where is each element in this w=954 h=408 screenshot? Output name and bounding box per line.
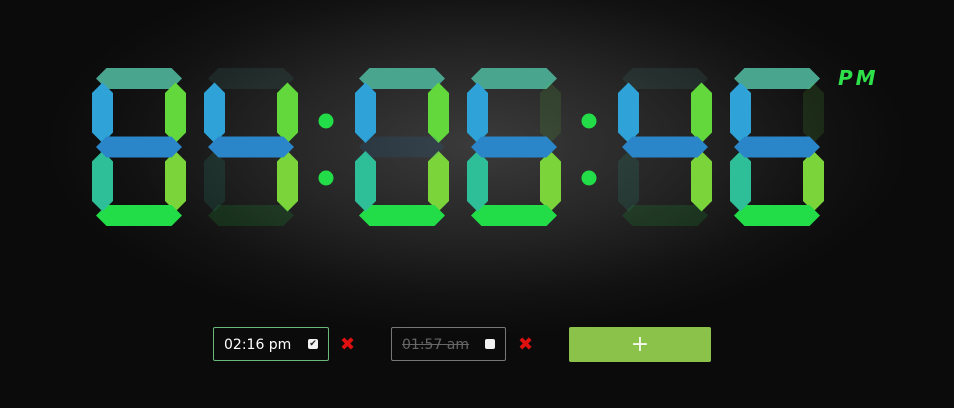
segment-upper-right-on (277, 82, 298, 143)
alarm-item[interactable]: 02:16 pm ✔ (213, 327, 329, 361)
clock-digit (92, 68, 186, 226)
segment-middle-on (734, 136, 820, 158)
segment-lower-right-on (165, 151, 186, 212)
clock-digit (467, 68, 561, 226)
segment-top-on (471, 68, 557, 89)
segment-upper-left-on (730, 82, 751, 143)
segment-lower-left-on (467, 151, 488, 212)
segment-upper-right-on (691, 82, 712, 143)
segment-middle-on (471, 136, 557, 158)
segment-top-on (734, 68, 820, 89)
segment-upper-left-on (92, 82, 113, 143)
segment-top-on (359, 68, 445, 89)
clock-digit (204, 68, 298, 226)
segment-upper-left-on (355, 82, 376, 143)
clock-digit (730, 68, 824, 226)
alarm-enable-checkbox[interactable]: ✔ (308, 339, 318, 349)
alarm-time[interactable]: 02:16 pm (224, 337, 291, 353)
segment-lower-right-on (691, 151, 712, 212)
segment-upper-right-off (803, 82, 824, 143)
segment-lower-left-off (618, 151, 639, 212)
segment-bottom-on (359, 205, 445, 226)
segment-lower-right-on (540, 151, 561, 212)
segment-middle-on (622, 136, 708, 158)
segment-bottom-on (734, 205, 820, 226)
segment-top-off (208, 68, 294, 89)
segment-top-off (622, 68, 708, 89)
alarm-enable-checkbox[interactable] (485, 339, 495, 349)
clock-digit (355, 68, 449, 226)
alarm-time[interactable]: 01:57 am (402, 337, 469, 353)
delete-alarm-icon[interactable]: ✖ (340, 336, 355, 354)
segment-upper-left-on (467, 82, 488, 143)
segment-lower-left-off (204, 151, 225, 212)
segment-lower-left-on (355, 151, 376, 212)
segment-middle-on (208, 136, 294, 158)
segment-upper-left-on (204, 82, 225, 143)
delete-alarm-icon[interactable]: ✖ (518, 336, 533, 354)
segment-bottom-on (96, 205, 182, 226)
colon-dot (581, 170, 597, 186)
segment-lower-left-on (730, 151, 751, 212)
segment-lower-left-on (92, 151, 113, 212)
segment-upper-left-on (618, 82, 639, 143)
segment-lower-right-on (428, 151, 449, 212)
segment-upper-right-off (540, 82, 561, 143)
segment-bottom-on (471, 205, 557, 226)
add-alarm-button[interactable]: + (569, 327, 711, 362)
segment-middle-on (96, 136, 182, 158)
segment-upper-right-on (165, 82, 186, 143)
segment-bottom-off (622, 205, 708, 226)
colon-dot (581, 113, 597, 129)
meridiem-label: PM (838, 66, 879, 90)
segment-bottom-off (208, 205, 294, 226)
clock-digit (618, 68, 712, 226)
segment-lower-right-on (803, 151, 824, 212)
colon-dot (318, 170, 334, 186)
segment-middle-off (359, 136, 445, 158)
colon-dot (318, 113, 334, 129)
segment-upper-right-on (428, 82, 449, 143)
segment-top-on (96, 68, 182, 89)
segment-lower-right-on (277, 151, 298, 212)
alarm-item[interactable]: 01:57 am (391, 327, 506, 361)
digital-clock-display (92, 68, 824, 226)
